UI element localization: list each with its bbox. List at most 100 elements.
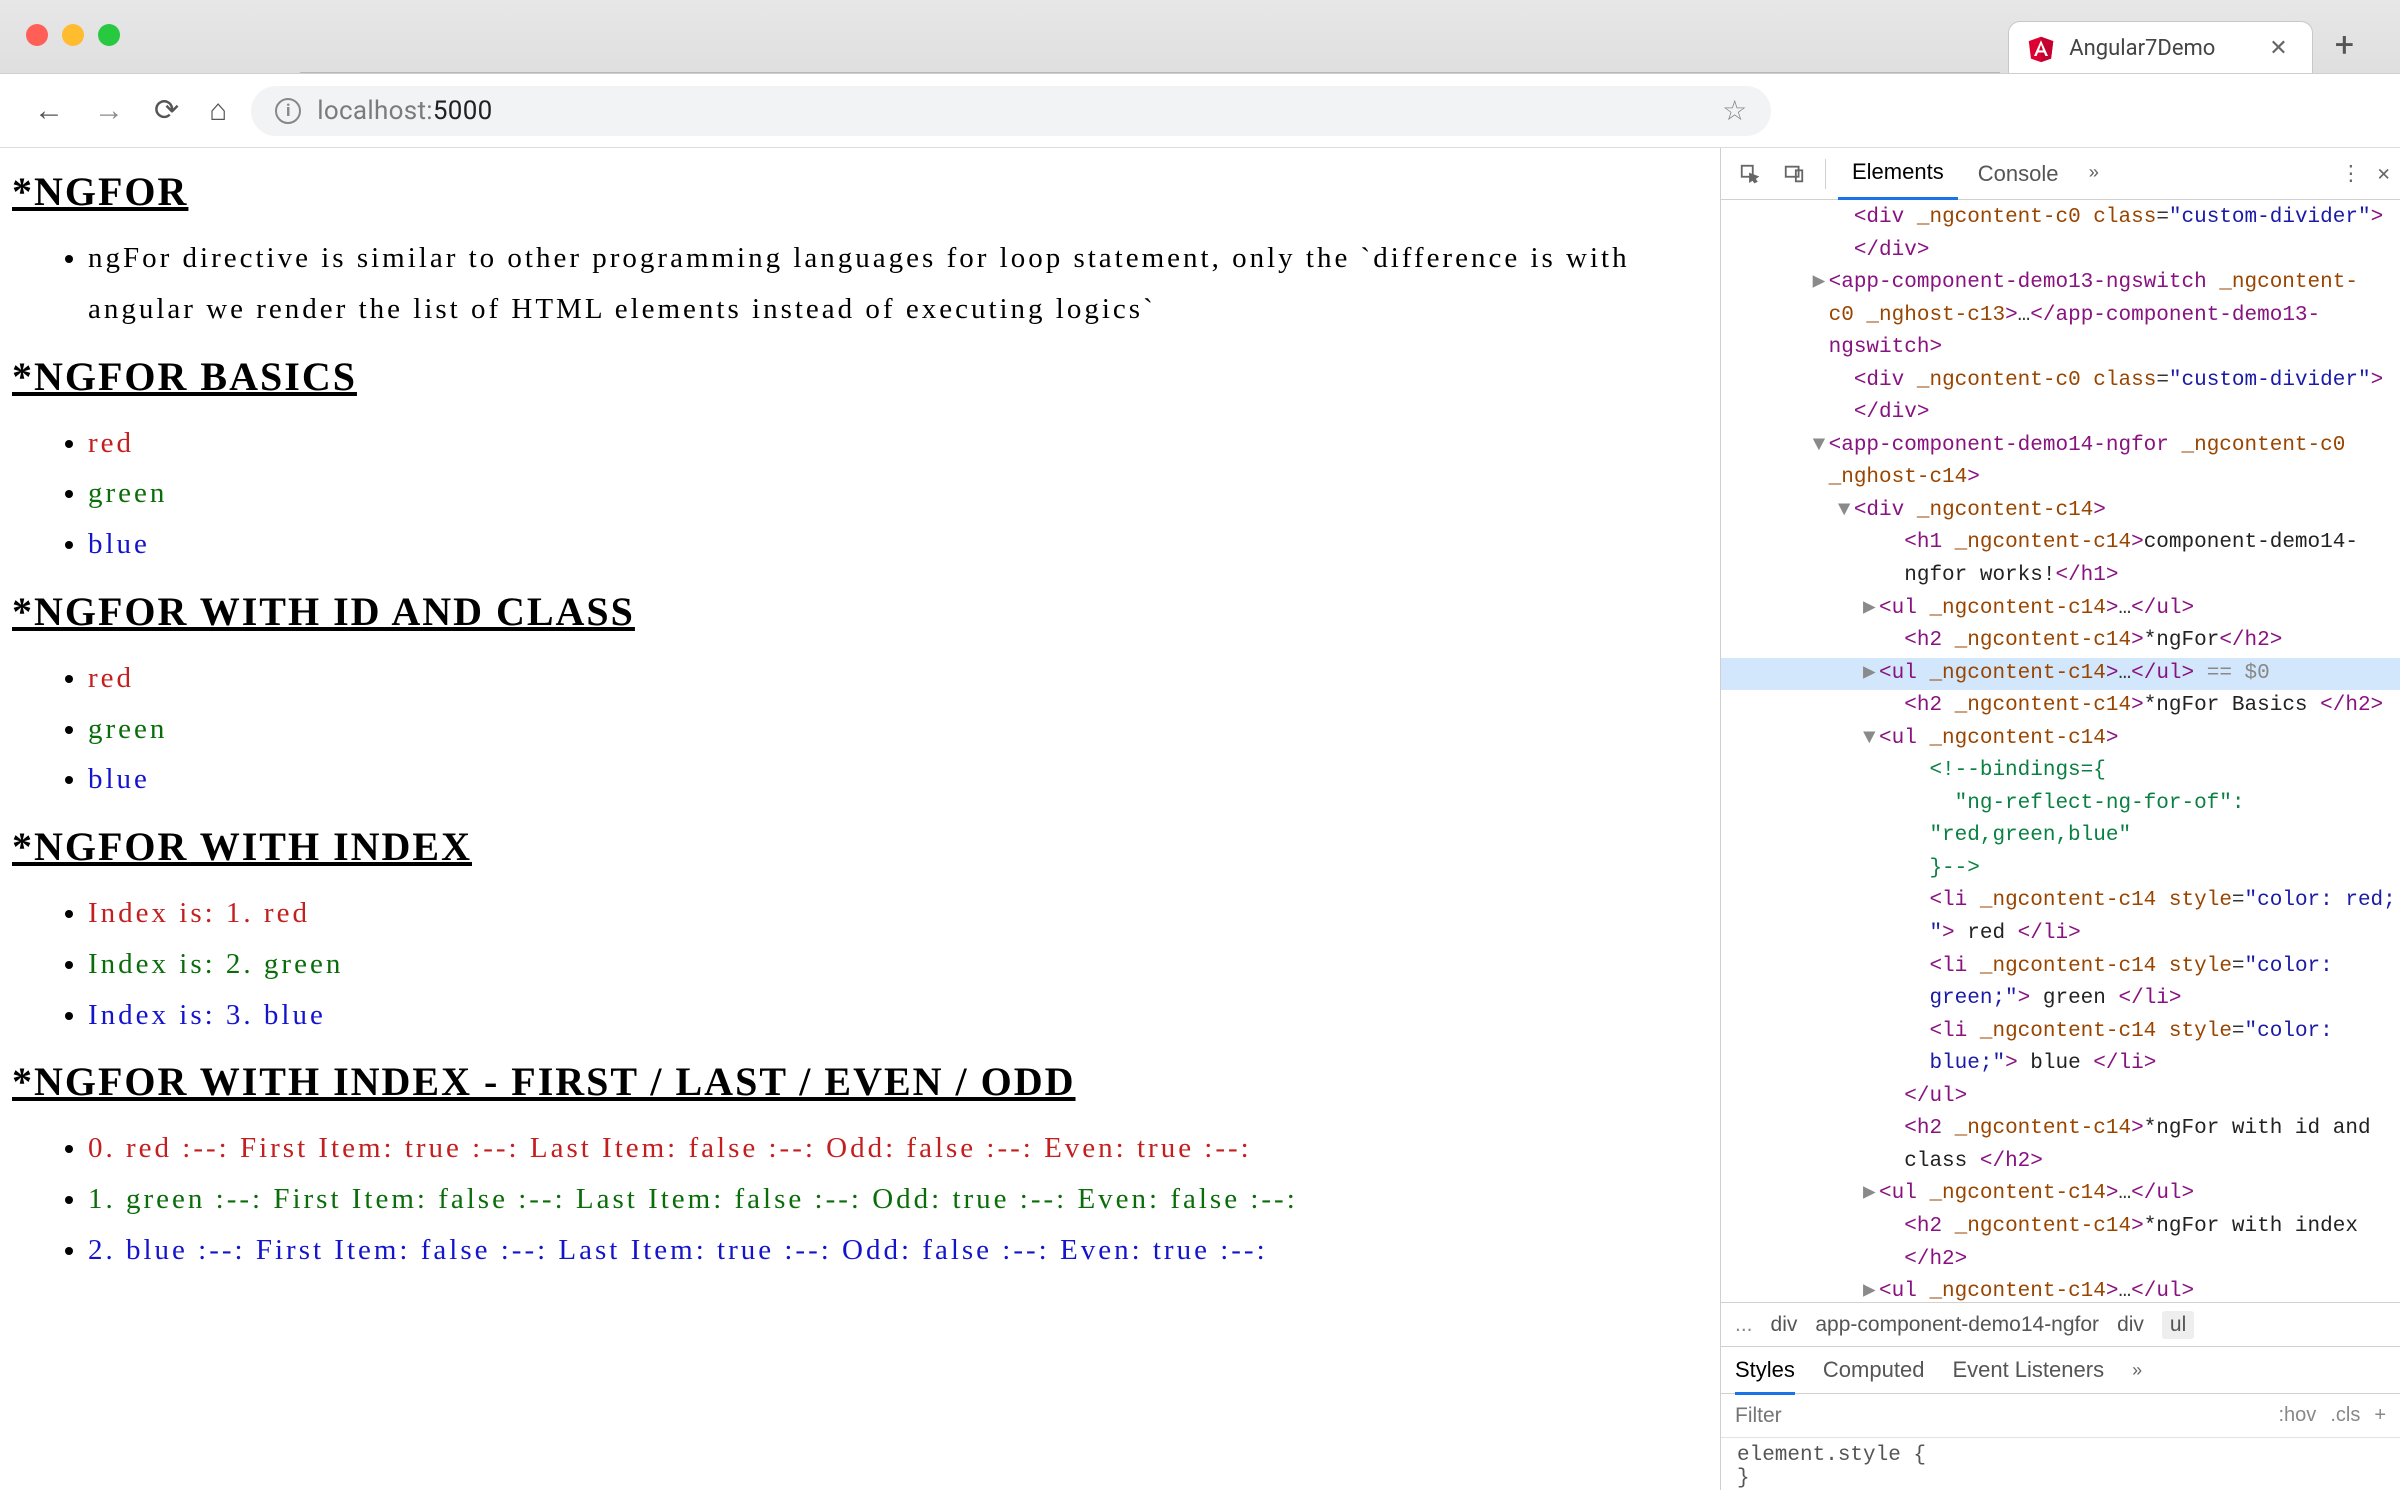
tab-title: Angular7Demo xyxy=(2069,36,2249,61)
devtools-close-icon[interactable]: ✕ xyxy=(2377,161,2390,187)
section-list: Index is: 1. redIndex is: 2. greenIndex … xyxy=(12,888,1708,1040)
list-item: red xyxy=(88,653,1708,704)
browser-tab-active[interactable]: Angular7Demo ✕ xyxy=(2008,21,2312,73)
device-toolbar-icon[interactable] xyxy=(1775,163,1813,185)
inspect-element-icon[interactable] xyxy=(1731,163,1769,185)
dom-line[interactable]: ▶<ul _ngcontent-c14>…</ul> xyxy=(1721,1178,2400,1211)
dom-line[interactable]: "ng-reflect-ng-for-of": xyxy=(1721,788,2400,821)
dom-line[interactable]: c0 _nghost-c13>…</app-component-demo13- xyxy=(1721,300,2400,333)
styles-tab[interactable]: Styles xyxy=(1735,1357,1795,1395)
list-item: red xyxy=(88,418,1708,469)
section-list: 0. red :--: First Item: true :--: Last I… xyxy=(12,1123,1708,1275)
site-info-icon[interactable]: i xyxy=(275,98,301,124)
section-heading: *NGFOR WITH INDEX xyxy=(12,823,1708,870)
list-item: blue xyxy=(88,519,1708,570)
styles-filter-row: :hov .cls + xyxy=(1721,1394,2400,1438)
dom-line[interactable]: <li _ngcontent-c14 style="color: xyxy=(1721,951,2400,984)
dom-line[interactable]: <div _ngcontent-c0 class="custom-divider… xyxy=(1721,365,2400,398)
maximize-window-button[interactable] xyxy=(98,24,120,46)
breadcrumb-item[interactable]: div xyxy=(1771,1313,1798,1337)
dom-line[interactable]: ▶<ul _ngcontent-c14>…</ul> xyxy=(1721,593,2400,626)
dom-line[interactable]: </ul> xyxy=(1721,1081,2400,1114)
more-styles-tabs-icon[interactable]: » xyxy=(2132,1360,2142,1381)
dom-line[interactable]: <h2 _ngcontent-c14>*ngFor Basics </h2> xyxy=(1721,690,2400,723)
dom-line[interactable]: blue;"> blue </li> xyxy=(1721,1048,2400,1081)
dom-line[interactable]: }--> xyxy=(1721,853,2400,886)
dom-line[interactable]: <h2 _ngcontent-c14>*ngFor with index xyxy=(1721,1211,2400,1244)
dom-line[interactable]: <li _ngcontent-c14 style="color: xyxy=(1721,1016,2400,1049)
list-item: blue xyxy=(88,754,1708,805)
list-item: Index is: 2. green xyxy=(88,939,1708,990)
section-list: redgreenblue xyxy=(12,653,1708,805)
window-controls xyxy=(0,0,146,46)
styles-filter-input[interactable] xyxy=(1735,1404,2279,1428)
section-heading: *NGFOR xyxy=(12,168,1708,215)
dom-line[interactable]: <div _ngcontent-c0 class="custom-divider… xyxy=(1721,202,2400,235)
browser-titlebar: Angular7Demo ✕ + xyxy=(0,0,2400,74)
new-tab-button[interactable]: + xyxy=(2313,25,2376,73)
dom-line[interactable]: ngfor works!</h1> xyxy=(1721,560,2400,593)
dom-line[interactable]: ▶<app-component-demo13-ngswitch _ngconte… xyxy=(1721,267,2400,300)
back-button[interactable]: ← xyxy=(28,89,70,132)
home-button[interactable]: ⌂ xyxy=(203,89,233,132)
close-tab-button[interactable]: ✕ xyxy=(2263,36,2293,61)
section-heading: *NGFOR WITH INDEX - FIRST / LAST / EVEN … xyxy=(12,1058,1708,1105)
event-listeners-tab[interactable]: Event Listeners xyxy=(1952,1357,2104,1383)
add-rule-button[interactable]: + xyxy=(2374,1404,2386,1427)
browser-toolbar: ← → ⟳ ⌂ i localhost:5000 ☆ xyxy=(0,74,2400,148)
computed-tab[interactable]: Computed xyxy=(1823,1357,1925,1383)
dom-tree[interactable]: <div _ngcontent-c0 class="custom-divider… xyxy=(1721,200,2400,1302)
section-heading: *NGFOR WITH ID AND CLASS xyxy=(12,588,1708,635)
dom-line[interactable]: <li _ngcontent-c14 style="color: red; xyxy=(1721,885,2400,918)
devtools-tab-console[interactable]: Console xyxy=(1964,149,2073,199)
cls-toggle[interactable]: .cls xyxy=(2330,1404,2360,1427)
devtools-tab-elements[interactable]: Elements xyxy=(1838,147,1958,200)
dom-line[interactable]: </div> xyxy=(1721,397,2400,430)
list-item: green xyxy=(88,468,1708,519)
url-text: localhost:5000 xyxy=(317,96,492,126)
breadcrumb-item[interactable]: div xyxy=(2117,1313,2144,1337)
dom-line[interactable]: <h2 _ngcontent-c14>*ngFor with id and xyxy=(1721,1113,2400,1146)
list-item: 0. red :--: First Item: true :--: Last I… xyxy=(88,1123,1708,1174)
hov-toggle[interactable]: :hov xyxy=(2279,1404,2317,1427)
list-item: Index is: 3. blue xyxy=(88,990,1708,1041)
close-window-button[interactable] xyxy=(26,24,48,46)
tabstrip-spacer xyxy=(300,47,2000,73)
reload-button[interactable]: ⟳ xyxy=(148,89,185,132)
dom-line[interactable]: <h2 _ngcontent-c14>*ngFor</h2> xyxy=(1721,625,2400,658)
dom-breadcrumb[interactable]: ...divapp-component-demo14-ngfordivul xyxy=(1721,1302,2400,1346)
more-tabs-icon[interactable]: » xyxy=(2078,164,2109,184)
dom-line[interactable]: green;"> green </li> xyxy=(1721,983,2400,1016)
list-item: Index is: 1. red xyxy=(88,888,1708,939)
dom-line[interactable]: ▼<ul _ngcontent-c14> xyxy=(1721,723,2400,756)
breadcrumb-item[interactable]: ul xyxy=(2162,1311,2194,1339)
breadcrumb-item[interactable]: app-component-demo14-ngfor xyxy=(1815,1313,2099,1337)
dom-line[interactable]: ▶<ul _ngcontent-c14>…</ul> == $0 xyxy=(1721,658,2400,691)
dom-line[interactable]: <!--bindings={ xyxy=(1721,755,2400,788)
dom-line[interactable]: _nghost-c14> xyxy=(1721,462,2400,495)
forward-button[interactable]: → xyxy=(88,89,130,132)
dom-line[interactable]: <h1 _ngcontent-c14>component-demo14- xyxy=(1721,527,2400,560)
list-item: green xyxy=(88,704,1708,755)
dom-line[interactable]: "red,green,blue" xyxy=(1721,820,2400,853)
dom-line[interactable]: </h2> xyxy=(1721,1244,2400,1277)
devtools-menu-icon[interactable]: ⋮ xyxy=(2340,161,2361,187)
breadcrumb-item[interactable]: ... xyxy=(1735,1313,1753,1337)
dom-line[interactable]: ▼<app-component-demo14-ngfor _ngcontent-… xyxy=(1721,430,2400,463)
styles-tabs: Styles Computed Event Listeners » xyxy=(1721,1346,2400,1394)
section-list: redgreenblue xyxy=(12,418,1708,570)
dom-line[interactable]: class </h2> xyxy=(1721,1146,2400,1179)
list-item: 1. green :--: First Item: false :--: Las… xyxy=(88,1174,1708,1225)
angular-icon xyxy=(2027,35,2055,63)
bookmark-star-icon[interactable]: ☆ xyxy=(1722,94,1747,127)
element-style-rule[interactable]: element.style { } xyxy=(1721,1438,2400,1490)
dom-line[interactable]: ngswitch> xyxy=(1721,332,2400,365)
minimize-window-button[interactable] xyxy=(62,24,84,46)
list-item: ngFor directive is similar to other prog… xyxy=(88,233,1708,335)
dom-line[interactable]: ▼<div _ngcontent-c14> xyxy=(1721,495,2400,528)
address-bar[interactable]: i localhost:5000 ☆ xyxy=(251,86,1771,136)
dom-line[interactable]: ▶<ul _ngcontent-c14>…</ul> xyxy=(1721,1276,2400,1302)
dom-line[interactable]: </div> xyxy=(1721,235,2400,268)
dom-line[interactable]: "> red </li> xyxy=(1721,918,2400,951)
section-heading: *NGFOR BASICS xyxy=(12,353,1708,400)
